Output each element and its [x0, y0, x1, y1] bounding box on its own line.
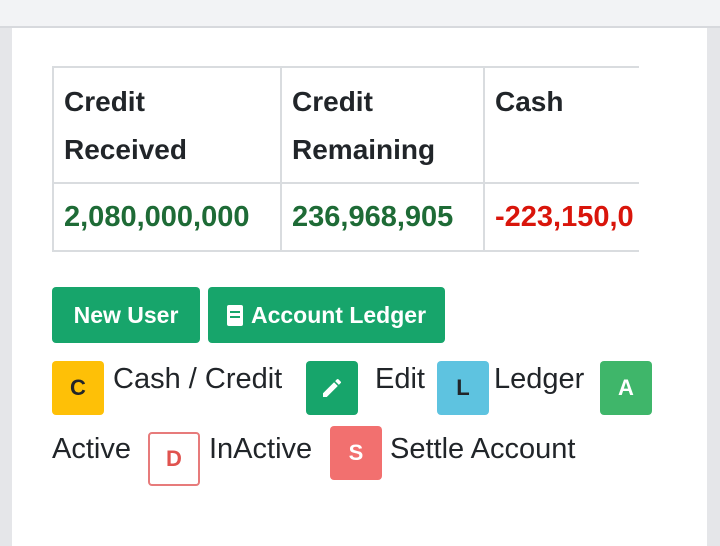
settle-account-label: Settle Account: [390, 433, 576, 465]
header-credit-remaining: Credit Remaining: [280, 66, 485, 184]
new-user-button[interactable]: New User: [52, 287, 200, 343]
inactive-label: InActive: [209, 433, 313, 465]
header-cash: Cash: [483, 66, 639, 184]
active-badge: A: [600, 361, 652, 415]
new-user-label: New User: [73, 301, 179, 328]
top-bar: [0, 0, 720, 28]
ledger-badge: L: [437, 361, 489, 415]
summary-table: Credit Received Credit Remaining Cash 2,…: [52, 66, 639, 252]
active-label: Active: [52, 433, 131, 465]
content-card: Credit Received Credit Remaining Cash 2,…: [12, 28, 707, 546]
account-ledger-button[interactable]: Account Ledger: [208, 287, 445, 343]
settle-account-badge: S: [330, 426, 382, 480]
value-cash: -223,150,0: [483, 182, 639, 252]
cash-credit-badge: C: [52, 361, 104, 415]
ledger-label: Ledger: [494, 363, 585, 395]
summary-table-container[interactable]: Credit Received Credit Remaining Cash 2,…: [52, 66, 639, 255]
cash-credit-label: Cash / Credit: [113, 363, 283, 395]
edit-badge: [306, 361, 358, 415]
value-credit-remaining: 236,968,905: [280, 182, 485, 252]
book-icon: [226, 304, 243, 326]
table-row: 2,080,000,000 236,968,905 -223,150,0: [52, 182, 639, 252]
value-credit-received: 2,080,000,000: [52, 182, 282, 252]
pencil-icon: [323, 378, 342, 397]
inactive-badge: D: [148, 432, 200, 486]
edit-label: Edit: [375, 363, 425, 395]
header-credit-received: Credit Received: [52, 66, 282, 184]
account-ledger-label: Account Ledger: [250, 301, 427, 328]
table-header-row: Credit Received Credit Remaining Cash: [52, 66, 639, 184]
